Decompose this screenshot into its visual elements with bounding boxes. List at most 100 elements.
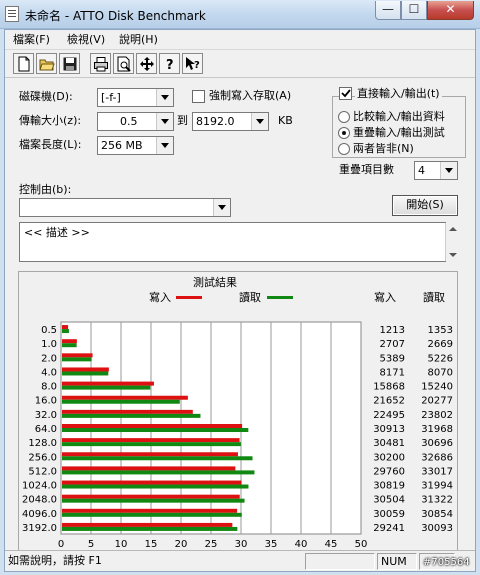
read-bar	[62, 371, 109, 376]
chevron-down-icon[interactable]	[156, 137, 173, 154]
title-bar[interactable]: 未命名 - ATTO Disk Benchmark — ☐ ✕	[0, 0, 480, 29]
status-help-text: 如需說明，請按 F1	[8, 554, 102, 567]
y-tick-label: 0.5	[41, 325, 57, 336]
transfer-from-value: 0.5	[120, 115, 138, 128]
chevron-down-icon[interactable]	[440, 162, 457, 179]
move-arrows-icon[interactable]	[136, 53, 157, 74]
y-tick-label: 4096.0	[22, 509, 57, 520]
direct-io-checkbox[interactable]	[339, 87, 352, 100]
read-value-label: 8070	[428, 367, 453, 378]
transfer-from-select[interactable]: 0.5	[97, 112, 174, 131]
read-bar	[62, 343, 77, 348]
y-tick-label: 3192.0	[22, 523, 57, 534]
force-write-checkbox[interactable]	[192, 90, 205, 103]
minimize-button[interactable]: —	[375, 1, 401, 20]
x-tick-label: 50	[355, 539, 368, 550]
y-tick-label: 2.0	[41, 353, 57, 364]
x-tick-label: 15	[145, 539, 158, 550]
y-tick-label: 512.0	[28, 466, 57, 477]
y-tick-label: 64.0	[35, 424, 57, 435]
read-value-label: 31968	[421, 424, 453, 435]
close-button[interactable]: ✕	[427, 1, 474, 20]
legend-read-label: 讀取	[239, 290, 261, 304]
read-value-label: 5226	[428, 353, 453, 364]
y-tick-label: 8.0	[41, 382, 57, 393]
print-icon[interactable]	[90, 53, 111, 74]
y-tick-label: 1.0	[41, 339, 57, 350]
maximize-button[interactable]: ☐	[401, 1, 427, 20]
read-value-label: 33017	[421, 466, 453, 477]
x-tick-label: 35	[265, 539, 278, 550]
watermark-text: #705564	[423, 557, 470, 568]
write-value-label: 21652	[373, 396, 405, 407]
y-tick-label: 32.0	[35, 410, 57, 421]
write-bar	[62, 353, 93, 358]
file-length-label: 檔案長度(L):	[19, 138, 82, 151]
read-bar	[62, 442, 241, 447]
read-value-label: 20277	[421, 396, 453, 407]
start-button[interactable]: 開始(S)	[392, 195, 458, 216]
window-title: 未命名 - ATTO Disk Benchmark	[25, 9, 206, 23]
queue-depth-select[interactable]: 4	[414, 161, 458, 180]
read-value-label: 30093	[421, 523, 453, 534]
legend-read-swatch	[267, 296, 293, 299]
direct-io-label: 直接輸入/輸出(t)	[355, 86, 442, 102]
transfer-to-label: 到	[177, 114, 188, 127]
open-folder-icon[interactable]	[36, 53, 57, 74]
column-header-write: 寫入	[374, 290, 396, 304]
write-value-label: 30913	[373, 424, 405, 435]
chevron-down-icon[interactable]	[213, 199, 230, 216]
write-bar	[62, 452, 238, 457]
chevron-down-icon[interactable]	[156, 113, 173, 130]
queue-depth-label: 重疊項目數	[339, 163, 394, 176]
write-value-label: 5389	[380, 353, 405, 364]
save-disk-icon[interactable]	[59, 53, 80, 74]
y-tick-label: 128.0	[28, 438, 57, 449]
write-value-label: 1213	[380, 325, 405, 336]
neither-radio[interactable]	[338, 143, 350, 155]
x-tick-label: 10	[115, 539, 128, 550]
read-value-label: 31994	[421, 481, 453, 492]
read-bar	[62, 526, 238, 531]
read-value-label: 31322	[421, 495, 453, 506]
description-textbox[interactable]: << 描述 >>	[19, 222, 460, 262]
x-tick-label: 0	[58, 539, 64, 550]
chevron-down-icon[interactable]	[156, 89, 173, 106]
app-document-icon[interactable]	[5, 6, 19, 22]
controlled-by-label: 控制由(b):	[19, 183, 72, 196]
y-tick-label: 16.0	[35, 396, 57, 407]
help-question-icon[interactable]: ?	[159, 53, 180, 74]
compare-io-radio[interactable]	[338, 111, 350, 123]
controlled-by-select[interactable]	[19, 198, 231, 217]
print-preview-icon[interactable]	[113, 53, 134, 74]
menu-help[interactable]: 說明(H)	[119, 32, 158, 48]
description-scrollbar[interactable]	[445, 223, 460, 261]
x-tick-label: 20	[175, 539, 188, 550]
results-panel: 測試結果寫入讀取寫入讀取05101520253035404550傳輸速率 - M…	[18, 271, 458, 551]
read-value-label: 30854	[421, 509, 453, 520]
context-help-icon[interactable]: ?	[182, 53, 203, 74]
new-file-icon[interactable]	[13, 53, 34, 74]
read-value-label: 15240	[421, 382, 453, 393]
file-length-select[interactable]: 256 MB	[97, 136, 174, 155]
read-bar	[62, 357, 92, 362]
legend-write-label: 寫入	[149, 290, 171, 304]
write-value-label: 29241	[373, 523, 405, 534]
menu-file[interactable]: 檔案(F)	[13, 32, 50, 48]
transfer-size-label: 傳輸大小(z):	[19, 114, 82, 127]
write-value-label: 30819	[373, 481, 405, 492]
x-tick-label: 25	[205, 539, 218, 550]
transfer-to-select[interactable]: 8192.0	[192, 112, 269, 131]
write-value-label: 2707	[380, 339, 405, 350]
drive-select[interactable]: [-f-]	[97, 88, 174, 107]
chevron-down-icon[interactable]	[251, 113, 268, 130]
svg-text:?: ?	[166, 58, 174, 72]
overlapped-io-radio[interactable]	[338, 127, 350, 139]
read-value-label: 2669	[428, 339, 453, 350]
read-bar	[62, 399, 180, 404]
client-area: 檔案(F) 檢視(V) 說明(H) ? ? 磁碟機(D): [-f-] 強制寫入…	[4, 29, 476, 572]
y-tick-label: 256.0	[28, 452, 57, 463]
y-tick-label: 1024.0	[22, 481, 57, 492]
write-value-label: 30059	[373, 509, 405, 520]
menu-view[interactable]: 檢視(V)	[67, 32, 105, 48]
